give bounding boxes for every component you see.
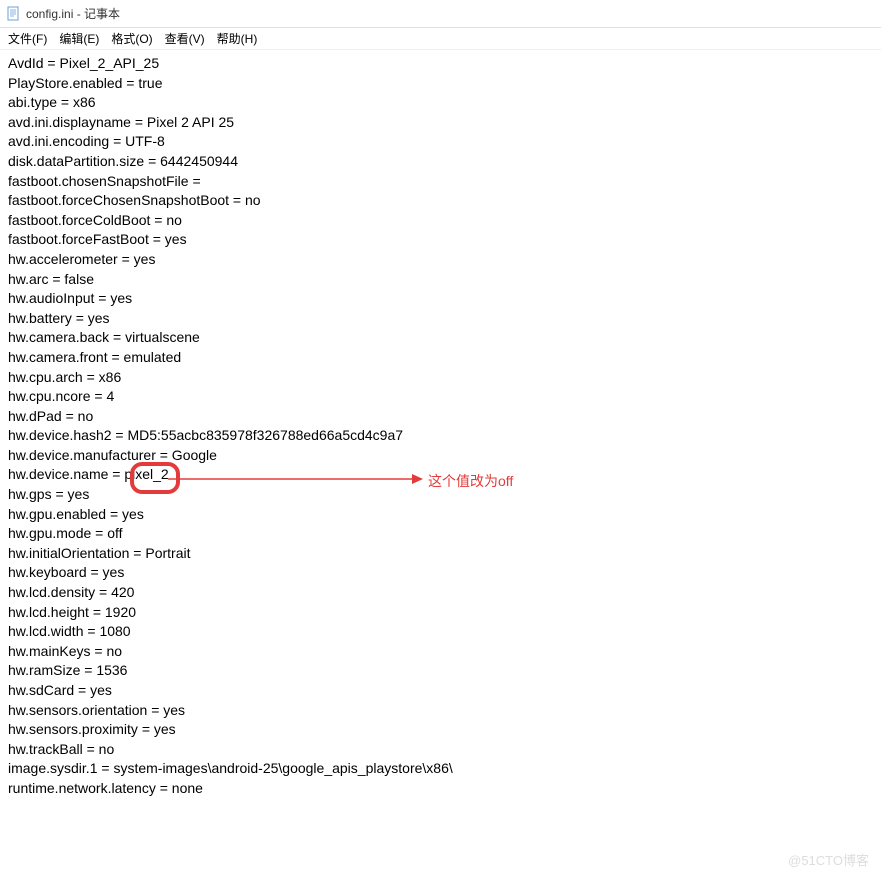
menu-view[interactable]: 查看(V) (165, 30, 205, 47)
text-line[interactable]: hw.camera.back = virtualscene (8, 328, 873, 348)
text-line[interactable]: hw.battery = yes (8, 309, 873, 329)
text-line[interactable]: hw.gpu.mode = off (8, 524, 873, 544)
text-line[interactable]: hw.lcd.width = 1080 (8, 622, 873, 642)
text-line[interactable]: hw.device.hash2 = MD5:55acbc835978f32678… (8, 426, 873, 446)
text-line[interactable]: hw.initialOrientation = Portrait (8, 544, 873, 564)
text-line[interactable]: hw.sensors.proximity = yes (8, 720, 873, 740)
text-line[interactable]: hw.device.name = pixel_2 (8, 465, 873, 485)
menu-bar: 文件(F) 编辑(E) 格式(O) 查看(V) 帮助(H) (0, 28, 881, 50)
text-line[interactable]: runtime.network.latency = none (8, 779, 873, 799)
text-line[interactable]: hw.arc = false (8, 270, 873, 290)
notepad-icon (6, 6, 22, 22)
watermark: @51CTO博客 (788, 850, 869, 869)
title-bar: config.ini - 记事本 (0, 0, 881, 28)
text-line[interactable]: fastboot.forceColdBoot = no (8, 211, 873, 231)
text-line[interactable]: fastboot.forceChosenSnapshotBoot = no (8, 191, 873, 211)
text-line[interactable]: image.sysdir.1 = system-images\android-2… (8, 759, 873, 779)
text-line[interactable]: hw.sdCard = yes (8, 681, 873, 701)
text-line[interactable]: AvdId = Pixel_2_API_25 (8, 54, 873, 74)
window-title: config.ini - 记事本 (26, 5, 120, 22)
text-line[interactable]: disk.dataPartition.size = 6442450944 (8, 152, 873, 172)
menu-file[interactable]: 文件(F) (8, 30, 47, 47)
text-line[interactable]: abi.type = x86 (8, 93, 873, 113)
text-line[interactable]: avd.ini.encoding = UTF-8 (8, 132, 873, 152)
text-line[interactable]: hw.camera.front = emulated (8, 348, 873, 368)
text-line[interactable]: hw.gpu.enabled = yes (8, 505, 873, 525)
text-line[interactable]: hw.dPad = no (8, 407, 873, 427)
text-line[interactable]: avd.ini.displayname = Pixel 2 API 25 (8, 113, 873, 133)
text-line[interactable]: hw.mainKeys = no (8, 642, 873, 662)
text-line[interactable]: hw.ramSize = 1536 (8, 661, 873, 681)
menu-edit[interactable]: 编辑(E) (59, 30, 99, 47)
text-line[interactable]: fastboot.chosenSnapshotFile = (8, 172, 873, 192)
text-line[interactable]: hw.device.manufacturer = Google (8, 446, 873, 466)
text-line[interactable]: hw.keyboard = yes (8, 563, 873, 583)
text-line[interactable]: hw.lcd.density = 420 (8, 583, 873, 603)
text-line[interactable]: hw.trackBall = no (8, 740, 873, 760)
text-line[interactable]: hw.cpu.ncore = 4 (8, 387, 873, 407)
text-line[interactable]: PlayStore.enabled = true (8, 74, 873, 94)
text-line[interactable]: hw.lcd.height = 1920 (8, 603, 873, 623)
text-line[interactable]: hw.accelerometer = yes (8, 250, 873, 270)
text-line[interactable]: hw.cpu.arch = x86 (8, 368, 873, 388)
text-line[interactable]: hw.gps = yes (8, 485, 873, 505)
text-content[interactable]: AvdId = Pixel_2_API_25PlayStore.enabled … (0, 50, 881, 803)
text-line[interactable]: hw.audioInput = yes (8, 289, 873, 309)
menu-help[interactable]: 帮助(H) (217, 30, 258, 47)
text-line[interactable]: fastboot.forceFastBoot = yes (8, 230, 873, 250)
menu-format[interactable]: 格式(O) (111, 30, 152, 47)
text-line[interactable]: hw.sensors.orientation = yes (8, 701, 873, 721)
